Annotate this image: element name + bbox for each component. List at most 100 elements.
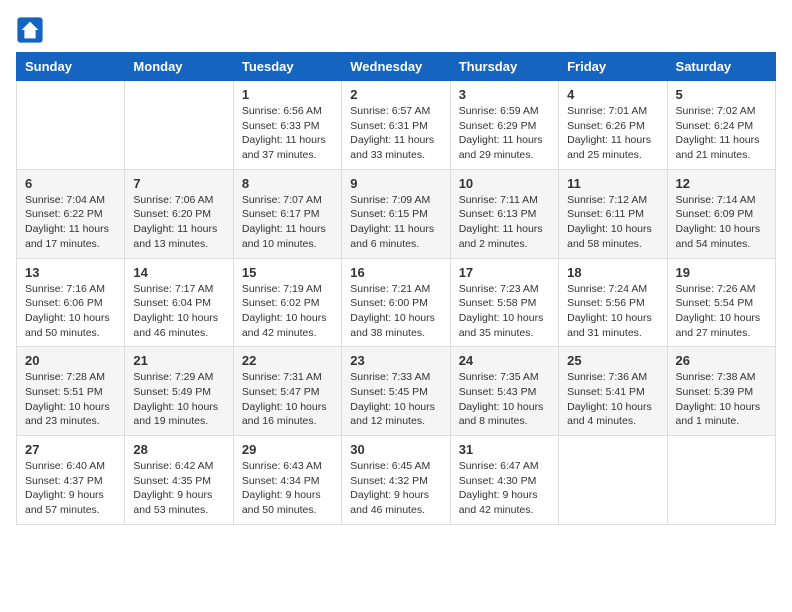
cell-info: Sunrise: 7:04 AM Sunset: 6:22 PM Dayligh…	[25, 193, 116, 252]
cell-info: Sunrise: 6:42 AM Sunset: 4:35 PM Dayligh…	[133, 459, 224, 518]
day-header-sunday: Sunday	[17, 53, 125, 81]
logo	[16, 16, 48, 44]
calendar-cell: 2 Sunrise: 6:57 AM Sunset: 6:31 PM Daylig…	[342, 81, 450, 170]
day-number: 13	[25, 265, 116, 280]
week-row-2: 6 Sunrise: 7:04 AM Sunset: 6:22 PM Daylig…	[17, 169, 776, 258]
cell-info: Sunrise: 7:24 AM Sunset: 5:56 PM Dayligh…	[567, 282, 658, 341]
cell-info: Sunrise: 7:14 AM Sunset: 6:09 PM Dayligh…	[676, 193, 767, 252]
day-number: 19	[676, 265, 767, 280]
day-number: 24	[459, 353, 550, 368]
cell-info: Sunrise: 7:19 AM Sunset: 6:02 PM Dayligh…	[242, 282, 333, 341]
day-number: 6	[25, 176, 116, 191]
day-number: 7	[133, 176, 224, 191]
day-number: 27	[25, 442, 116, 457]
calendar-cell: 3 Sunrise: 6:59 AM Sunset: 6:29 PM Daylig…	[450, 81, 558, 170]
day-number: 18	[567, 265, 658, 280]
cell-info: Sunrise: 7:23 AM Sunset: 5:58 PM Dayligh…	[459, 282, 550, 341]
week-row-4: 20Sunrise: 7:28 AM Sunset: 5:51 PM Dayli…	[17, 347, 776, 436]
cell-info: Sunrise: 7:11 AM Sunset: 6:13 PM Dayligh…	[459, 193, 550, 252]
calendar-cell: 1 Sunrise: 6:56 AM Sunset: 6:33 PM Daylig…	[233, 81, 341, 170]
calendar-cell: 13 Sunrise: 7:16 AM Sunset: 6:06 PM Dayli…	[17, 258, 125, 347]
calendar-cell: 31 Sunrise: 6:47 AM Sunset: 4:30 PM Dayli…	[450, 436, 558, 525]
cell-info: Sunrise: 7:35 AM Sunset: 5:43 PM Dayligh…	[459, 370, 550, 429]
week-row-3: 13 Sunrise: 7:16 AM Sunset: 6:06 PM Dayli…	[17, 258, 776, 347]
calendar-cell: 19 Sunrise: 7:26 AM Sunset: 5:54 PM Dayli…	[667, 258, 775, 347]
cell-info: Sunrise: 6:45 AM Sunset: 4:32 PM Dayligh…	[350, 459, 441, 518]
calendar-cell: 30 Sunrise: 6:45 AM Sunset: 4:32 PM Dayli…	[342, 436, 450, 525]
cell-info: Sunrise: 7:02 AM Sunset: 6:24 PM Dayligh…	[676, 104, 767, 163]
header-row: SundayMondayTuesdayWednesdayThursdayFrid…	[17, 53, 776, 81]
cell-info: Sunrise: 7:01 AM Sunset: 6:26 PM Dayligh…	[567, 104, 658, 163]
day-header-friday: Friday	[559, 53, 667, 81]
cell-info: Sunrise: 6:43 AM Sunset: 4:34 PM Dayligh…	[242, 459, 333, 518]
calendar-cell: 29 Sunrise: 6:43 AM Sunset: 4:34 PM Dayli…	[233, 436, 341, 525]
calendar-cell: 4Sunrise: 7:01 AM Sunset: 6:26 PM Daylig…	[559, 81, 667, 170]
calendar-cell: 16Sunrise: 7:21 AM Sunset: 6:00 PM Dayli…	[342, 258, 450, 347]
day-number: 21	[133, 353, 224, 368]
cell-info: Sunrise: 6:47 AM Sunset: 4:30 PM Dayligh…	[459, 459, 550, 518]
day-number: 20	[25, 353, 116, 368]
calendar-cell: 24 Sunrise: 7:35 AM Sunset: 5:43 PM Dayli…	[450, 347, 558, 436]
cell-info: Sunrise: 7:12 AM Sunset: 6:11 PM Dayligh…	[567, 193, 658, 252]
day-number: 16	[350, 265, 441, 280]
calendar-cell: 8 Sunrise: 7:07 AM Sunset: 6:17 PM Daylig…	[233, 169, 341, 258]
logo-icon	[16, 16, 44, 44]
calendar-cell: 28Sunrise: 6:42 AM Sunset: 4:35 PM Dayli…	[125, 436, 233, 525]
calendar-cell: 11 Sunrise: 7:12 AM Sunset: 6:11 PM Dayli…	[559, 169, 667, 258]
cell-info: Sunrise: 6:59 AM Sunset: 6:29 PM Dayligh…	[459, 104, 550, 163]
day-number: 25	[567, 353, 658, 368]
day-number: 11	[567, 176, 658, 191]
calendar-cell: 6 Sunrise: 7:04 AM Sunset: 6:22 PM Daylig…	[17, 169, 125, 258]
cell-info: Sunrise: 7:16 AM Sunset: 6:06 PM Dayligh…	[25, 282, 116, 341]
day-header-monday: Monday	[125, 53, 233, 81]
day-number: 2	[350, 87, 441, 102]
cell-info: Sunrise: 6:57 AM Sunset: 6:31 PM Dayligh…	[350, 104, 441, 163]
cell-info: Sunrise: 6:40 AM Sunset: 4:37 PM Dayligh…	[25, 459, 116, 518]
cell-info: Sunrise: 6:56 AM Sunset: 6:33 PM Dayligh…	[242, 104, 333, 163]
calendar-table: SundayMondayTuesdayWednesdayThursdayFrid…	[16, 52, 776, 525]
calendar-cell: 27 Sunrise: 6:40 AM Sunset: 4:37 PM Dayli…	[17, 436, 125, 525]
day-number: 30	[350, 442, 441, 457]
week-row-1: 1 Sunrise: 6:56 AM Sunset: 6:33 PM Daylig…	[17, 81, 776, 170]
day-number: 1	[242, 87, 333, 102]
day-number: 3	[459, 87, 550, 102]
calendar-cell	[125, 81, 233, 170]
calendar-cell: 18 Sunrise: 7:24 AM Sunset: 5:56 PM Dayli…	[559, 258, 667, 347]
cell-info: Sunrise: 7:07 AM Sunset: 6:17 PM Dayligh…	[242, 193, 333, 252]
week-row-5: 27 Sunrise: 6:40 AM Sunset: 4:37 PM Dayli…	[17, 436, 776, 525]
day-number: 10	[459, 176, 550, 191]
calendar-cell: 22 Sunrise: 7:31 AM Sunset: 5:47 PM Dayli…	[233, 347, 341, 436]
cell-info: Sunrise: 7:26 AM Sunset: 5:54 PM Dayligh…	[676, 282, 767, 341]
calendar-cell	[667, 436, 775, 525]
day-header-wednesday: Wednesday	[342, 53, 450, 81]
calendar-cell: 17 Sunrise: 7:23 AM Sunset: 5:58 PM Dayli…	[450, 258, 558, 347]
cell-info: Sunrise: 7:29 AM Sunset: 5:49 PM Dayligh…	[133, 370, 224, 429]
calendar-cell: 5 Sunrise: 7:02 AM Sunset: 6:24 PM Daylig…	[667, 81, 775, 170]
calendar-cell: 7Sunrise: 7:06 AM Sunset: 6:20 PM Daylig…	[125, 169, 233, 258]
day-number: 26	[676, 353, 767, 368]
cell-info: Sunrise: 7:31 AM Sunset: 5:47 PM Dayligh…	[242, 370, 333, 429]
day-number: 22	[242, 353, 333, 368]
day-number: 12	[676, 176, 767, 191]
header	[16, 16, 776, 44]
cell-info: Sunrise: 7:09 AM Sunset: 6:15 PM Dayligh…	[350, 193, 441, 252]
day-header-tuesday: Tuesday	[233, 53, 341, 81]
calendar-cell: 12 Sunrise: 7:14 AM Sunset: 6:09 PM Dayli…	[667, 169, 775, 258]
day-header-thursday: Thursday	[450, 53, 558, 81]
calendar-cell: 15 Sunrise: 7:19 AM Sunset: 6:02 PM Dayli…	[233, 258, 341, 347]
day-header-saturday: Saturday	[667, 53, 775, 81]
day-number: 5	[676, 87, 767, 102]
day-number: 29	[242, 442, 333, 457]
day-number: 8	[242, 176, 333, 191]
calendar-cell: 21 Sunrise: 7:29 AM Sunset: 5:49 PM Dayli…	[125, 347, 233, 436]
calendar-cell: 25 Sunrise: 7:36 AM Sunset: 5:41 PM Dayli…	[559, 347, 667, 436]
day-number: 14	[133, 265, 224, 280]
cell-info: Sunrise: 7:36 AM Sunset: 5:41 PM Dayligh…	[567, 370, 658, 429]
cell-info: Sunrise: 7:38 AM Sunset: 5:39 PM Dayligh…	[676, 370, 767, 429]
day-number: 17	[459, 265, 550, 280]
calendar-cell: 20Sunrise: 7:28 AM Sunset: 5:51 PM Dayli…	[17, 347, 125, 436]
day-number: 15	[242, 265, 333, 280]
day-number: 9	[350, 176, 441, 191]
cell-info: Sunrise: 7:17 AM Sunset: 6:04 PM Dayligh…	[133, 282, 224, 341]
day-number: 31	[459, 442, 550, 457]
